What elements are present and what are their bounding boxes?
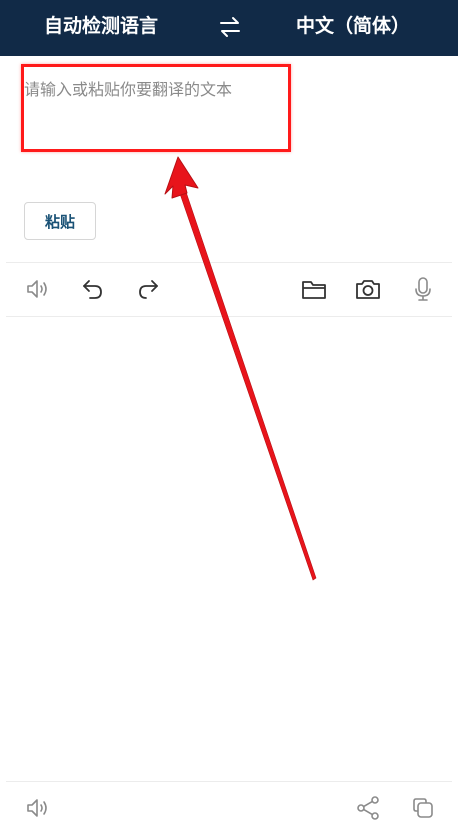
source-text-input[interactable] (22, 66, 440, 186)
redo-icon[interactable] (135, 276, 161, 302)
undo-icon[interactable] (80, 276, 106, 302)
translation-output-area (6, 317, 452, 780)
speaker-icon[interactable] (25, 795, 51, 821)
source-language-selector[interactable]: 自动检测语言 (44, 0, 158, 56)
camera-icon[interactable] (355, 276, 381, 302)
paste-button[interactable]: 粘贴 (24, 202, 96, 240)
top-bar: 自动检测语言 中文（简体） (0, 0, 458, 56)
copy-icon[interactable] (410, 795, 436, 821)
divider (6, 781, 452, 782)
speaker-icon[interactable] (25, 276, 51, 302)
microphone-icon[interactable] (410, 276, 436, 302)
source-text-area[interactable] (22, 66, 440, 186)
swap-arrows-icon[interactable] (216, 14, 244, 40)
divider (6, 262, 452, 263)
target-language-selector[interactable]: 中文（简体） (296, 0, 410, 56)
folder-icon[interactable] (301, 276, 327, 302)
share-icon[interactable] (355, 795, 381, 821)
